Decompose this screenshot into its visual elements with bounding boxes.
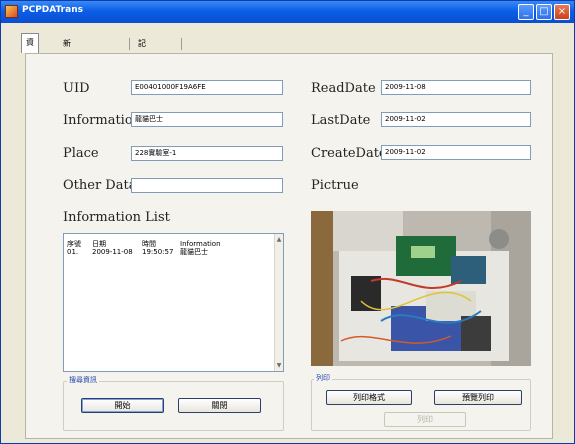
picture-label: Pictrue bbox=[311, 178, 359, 193]
information-label: Information bbox=[63, 113, 142, 128]
other-data-label: Other Data bbox=[63, 178, 137, 193]
tab-record-browse[interactable]: 記錄瀏覽 bbox=[134, 35, 150, 99]
place-label: Place bbox=[63, 146, 99, 161]
list-header-time: 時間 bbox=[142, 240, 156, 248]
search-group-title: 搜尋資訊 bbox=[67, 375, 99, 385]
hardware-photo bbox=[311, 211, 531, 366]
print-preview-button[interactable]: 預覽列印 bbox=[434, 390, 522, 405]
create-date-label: CreateDate bbox=[311, 146, 387, 161]
read-date-field[interactable]: 2009-11-08 bbox=[381, 80, 531, 95]
other-data-field[interactable] bbox=[131, 178, 283, 193]
tab-separator bbox=[129, 38, 130, 50]
create-date-field[interactable]: 2009-11-02 bbox=[381, 145, 531, 160]
title-bar[interactable]: PCPDATrans _ □ × bbox=[1, 1, 574, 23]
scroll-down-icon[interactable]: ▼ bbox=[275, 361, 283, 370]
print-format-button[interactable]: 列印格式 bbox=[326, 390, 412, 405]
information-list-label: Information List bbox=[63, 210, 170, 225]
tab-separator bbox=[181, 38, 182, 50]
print-group-title: 列印 bbox=[314, 373, 332, 383]
scroll-up-icon[interactable]: ▲ bbox=[275, 235, 283, 244]
tab-add-update-delete[interactable]: 新增/更新/刪除 bbox=[59, 35, 78, 133]
close-button[interactable]: × bbox=[554, 4, 570, 20]
list-item-time[interactable]: 19:50:57 bbox=[142, 248, 173, 256]
picture-box bbox=[311, 211, 531, 366]
list-scrollbar[interactable]: ▲ ▼ bbox=[274, 234, 283, 371]
maximize-button[interactable]: □ bbox=[536, 4, 552, 20]
list-header-information: Information bbox=[180, 240, 221, 248]
app-icon bbox=[5, 5, 18, 18]
list-item-information[interactable]: 龍貓巴士 bbox=[180, 248, 208, 256]
uid-field[interactable]: E00401000F19A6FE bbox=[131, 80, 283, 95]
list-item-date[interactable]: 2009-11-08 bbox=[92, 248, 133, 256]
place-field[interactable]: 228實驗室-1 bbox=[131, 146, 283, 161]
start-button[interactable]: 開始 bbox=[81, 398, 164, 413]
last-date-field[interactable]: 2009-11-02 bbox=[381, 112, 531, 127]
list-item-index[interactable]: 01. bbox=[67, 248, 78, 256]
window-title: PCPDATrans bbox=[22, 5, 83, 15]
stop-button[interactable]: 關閉 bbox=[178, 398, 261, 413]
tab-info[interactable]: 資訊 bbox=[21, 33, 39, 64]
minimize-button[interactable]: _ bbox=[518, 4, 534, 20]
list-header-date: 日期 bbox=[92, 240, 106, 248]
app-window: PCPDATrans _ □ × 資訊 新增/更新/刪除 記錄瀏覽 UID In… bbox=[0, 0, 575, 444]
read-date-label: ReadDate bbox=[311, 81, 376, 96]
uid-label: UID bbox=[63, 81, 90, 96]
information-field[interactable]: 龍貓巴士 bbox=[131, 112, 283, 127]
list-header-index: 序號 bbox=[67, 240, 81, 248]
print-button[interactable]: 列印 bbox=[384, 412, 466, 427]
last-date-label: LastDate bbox=[311, 113, 371, 128]
information-list[interactable]: 序號 日期 時間 Information 01. 2009-11-08 19:5… bbox=[63, 233, 284, 372]
